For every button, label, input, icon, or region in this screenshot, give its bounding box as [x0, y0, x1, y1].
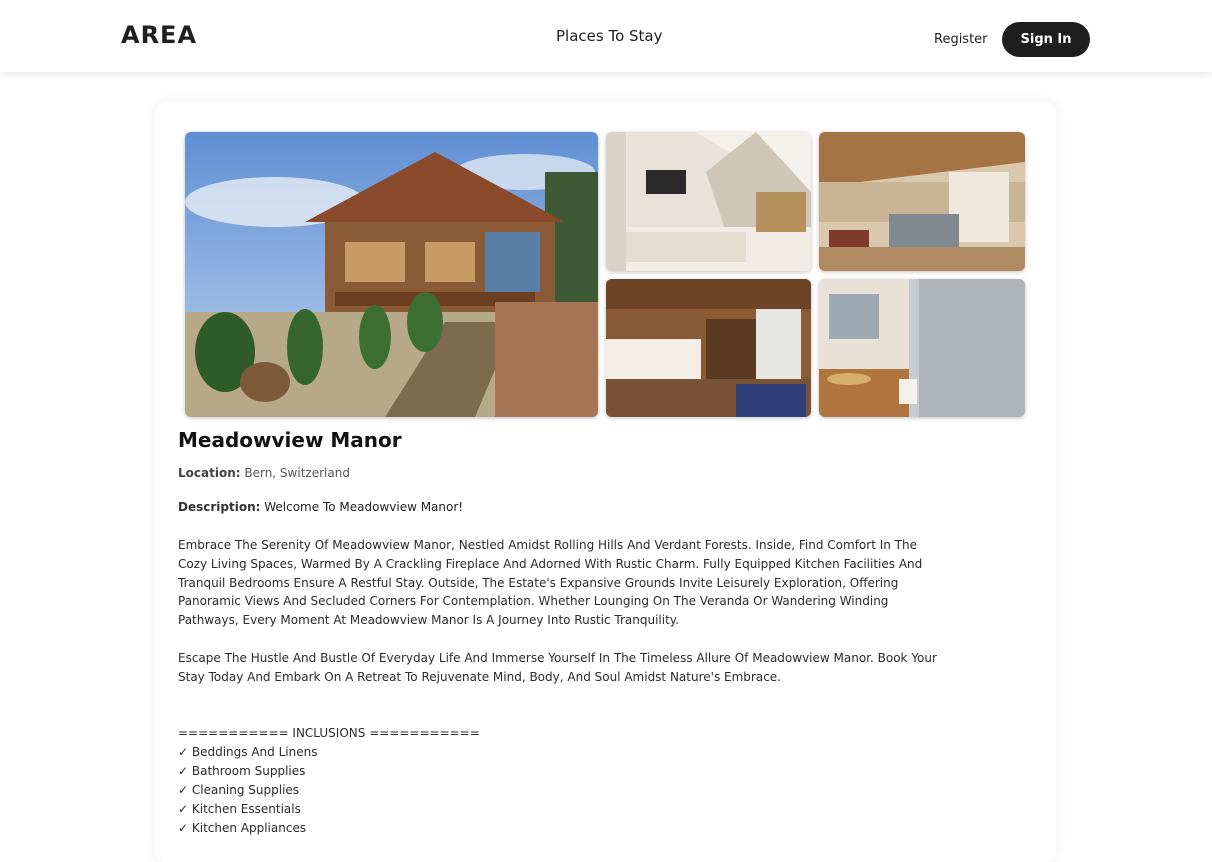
sign-in-button[interactable]: Sign In — [1002, 22, 1090, 57]
inclusion-item: ✓ Beddings And Linens — [178, 745, 318, 759]
site-logo[interactable]: AREA — [121, 21, 197, 49]
places-to-stay-link[interactable]: Places To Stay — [556, 27, 663, 45]
listing-description-intro: Description: Welcome To Meadowview Manor… — [178, 500, 463, 514]
description-paragraph-2: Escape The Hustle And Bustle Of Everyday… — [178, 651, 937, 684]
listing-location: Location: Bern, Switzerland — [178, 466, 350, 480]
photo-exterior[interactable] — [185, 132, 598, 417]
location-label: Location: — [178, 466, 241, 480]
inclusion-item: ✓ Kitchen Appliances — [178, 821, 307, 835]
inclusions-list: =========== INCLUSIONS =========== ✓ Bed… — [178, 724, 480, 838]
photo-bedroom[interactable] — [606, 132, 811, 271]
top-navbar: AREA Places To Stay Register Sign In — [0, 0, 1212, 72]
listing-title: Meadowview Manor — [178, 428, 402, 452]
photo-kitchen[interactable] — [606, 279, 811, 417]
photo-living-room[interactable] — [819, 132, 1025, 271]
description-paragraph-1: Embrace The Serenity Of Meadowview Manor… — [178, 538, 923, 628]
photo-bathroom[interactable] — [819, 279, 1025, 417]
location-value: Bern, Switzerland — [240, 466, 350, 480]
description-intro: Welcome To Meadowview Manor! — [260, 500, 464, 514]
inclusion-item: ✓ Cleaning Supplies — [178, 783, 300, 797]
description-label: Description: — [178, 500, 261, 514]
inclusion-item: ✓ Kitchen Essentials — [178, 802, 301, 816]
inclusion-item: ✓ Bathroom Supplies — [178, 764, 306, 778]
inclusions-header: =========== INCLUSIONS =========== — [178, 726, 480, 740]
register-link[interactable]: Register — [934, 32, 988, 47]
